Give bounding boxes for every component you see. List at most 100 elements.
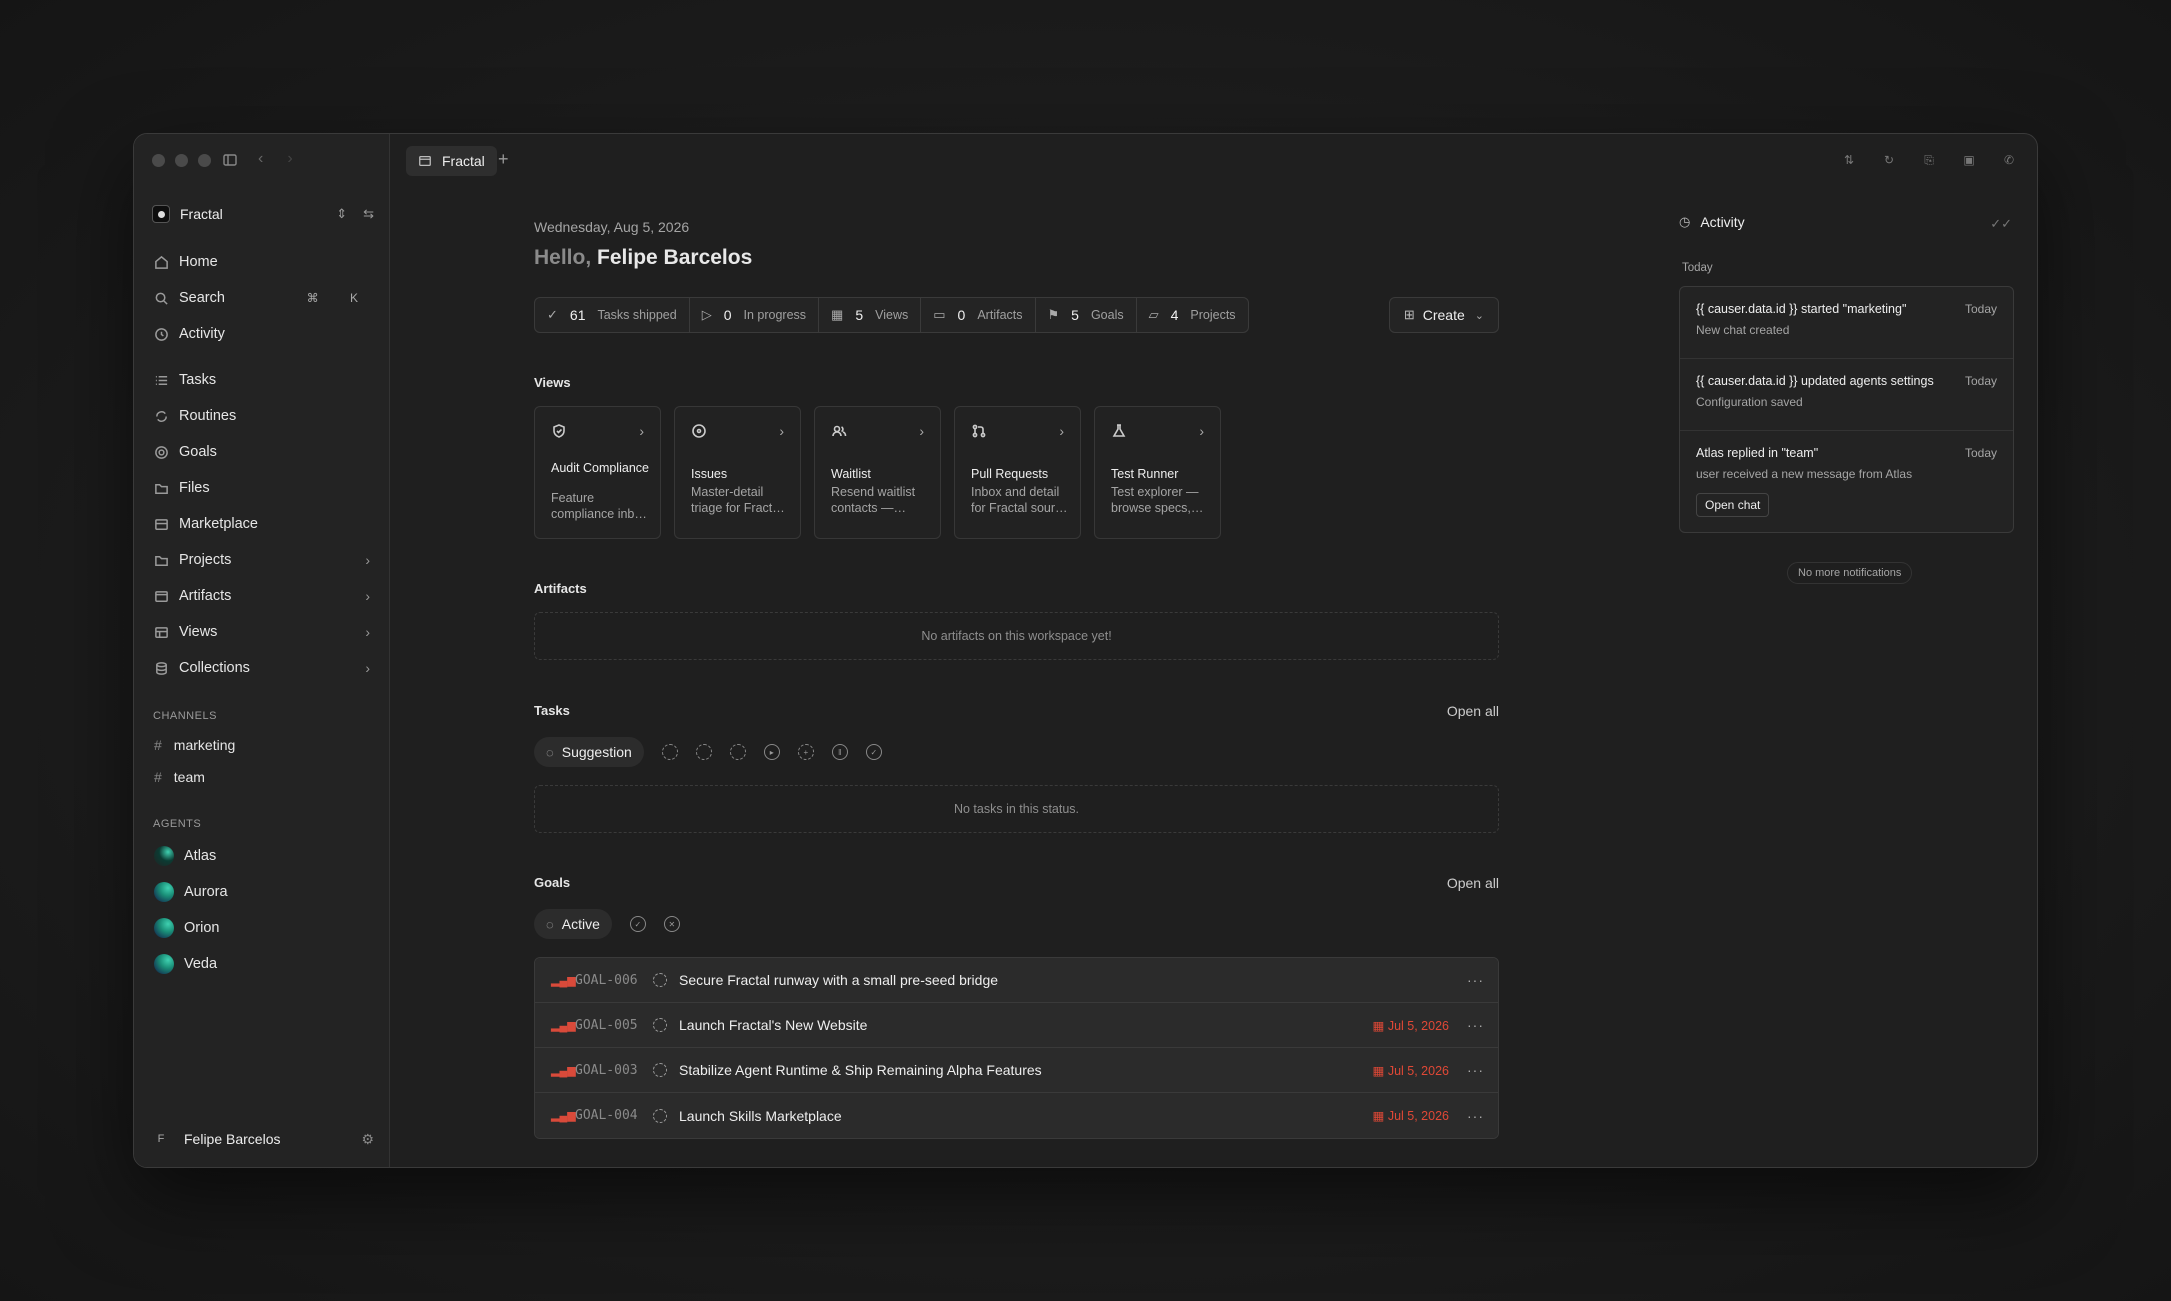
stat-views[interactable]: ▦ 5 Views bbox=[819, 298, 922, 332]
stat-tasks-shipped[interactable]: ✓ 61 Tasks shipped bbox=[535, 298, 690, 332]
goal-status-icon[interactable] bbox=[653, 1018, 667, 1032]
table-row[interactable]: ▂▄▆ GOAL-003 Stabilize Agent Runtime & S… bbox=[535, 1048, 1498, 1093]
sidebar-toggle-icon[interactable] bbox=[222, 152, 238, 168]
channel-item-marketing[interactable]: # marketing bbox=[148, 729, 378, 761]
goal-id: GOAL-006 bbox=[575, 972, 638, 988]
due-date[interactable]: ▦ Jul 5, 2026 bbox=[1373, 1108, 1449, 1123]
view-card-test-runner[interactable]: › Test Runner Test explorer — browse spe… bbox=[1094, 406, 1221, 539]
goals-open-all-link[interactable]: Open all bbox=[1447, 875, 1499, 891]
table-row[interactable]: ▂▄▆ GOAL-004 Launch Skills Marketplace ▦… bbox=[535, 1093, 1498, 1138]
stat-value: 5 bbox=[1071, 307, 1079, 323]
agent-item-veda[interactable]: Veda bbox=[148, 946, 378, 982]
status-completed-icon[interactable]: ✓ bbox=[629, 916, 646, 932]
list-item[interactable]: {{ causer.data.id }} updated agents sett… bbox=[1680, 359, 2013, 431]
greeting-name: Felipe Barcelos bbox=[597, 246, 753, 269]
chevron-right-icon: › bbox=[779, 423, 784, 439]
tasks-open-all-link[interactable]: Open all bbox=[1447, 703, 1499, 719]
more-options-icon[interactable]: ··· bbox=[1467, 972, 1484, 988]
database-icon bbox=[156, 661, 167, 675]
table-row[interactable]: ▂▄▆ GOAL-006 Secure Fractal runway with … bbox=[535, 958, 1498, 1003]
chevron-right-icon: › bbox=[1199, 423, 1204, 439]
goal-id: GOAL-003 bbox=[575, 1062, 638, 1078]
agent-item-aurora[interactable]: Aurora bbox=[148, 874, 378, 910]
view-description: Master-detail triage for Fract… bbox=[691, 485, 785, 515]
view-card-waitlist[interactable]: › Waitlist Resend waitlist contacts —… bbox=[814, 406, 941, 539]
goal-status-icon[interactable] bbox=[653, 973, 667, 987]
view-title: Issues bbox=[691, 467, 728, 481]
stat-projects[interactable]: ▱ 4 Projects bbox=[1137, 298, 1248, 332]
agent-item-orion[interactable]: Orion bbox=[148, 910, 378, 946]
active-status-icon: ◌ bbox=[546, 916, 554, 932]
stat-value: 0 bbox=[723, 307, 732, 323]
open-chat-button[interactable]: Open chat bbox=[1696, 493, 1770, 517]
more-options-icon[interactable]: ··· bbox=[1467, 1108, 1484, 1124]
mark-all-read-icon[interactable]: ✓✓ bbox=[1990, 216, 2012, 232]
sidebar-item-files[interactable]: Files bbox=[148, 470, 378, 506]
tab-fractal[interactable]: Fractal bbox=[406, 146, 497, 176]
agent-item-atlas[interactable]: Atlas bbox=[148, 838, 378, 874]
forward-arrow-icon[interactable]: › bbox=[287, 150, 292, 168]
status-done-icon[interactable]: ✓ bbox=[865, 744, 882, 760]
goal-title: Secure Fractal runway with a small pre-s… bbox=[679, 972, 999, 988]
zoom-window-button[interactable] bbox=[198, 154, 211, 167]
goal-status-icon[interactable] bbox=[653, 1108, 667, 1123]
sidebar-item-label: Projects bbox=[179, 552, 232, 568]
chevron-right-icon[interactable]: › bbox=[365, 588, 370, 604]
history-nav: ‹ › bbox=[258, 150, 293, 168]
stat-artifacts[interactable]: ▭ 0 Artifacts bbox=[921, 298, 1036, 332]
list-item[interactable]: Atlas replied in "team" user received a … bbox=[1680, 431, 2013, 532]
sidebar-item-projects[interactable]: Projects › bbox=[148, 542, 378, 578]
sidebar-item-marketplace[interactable]: Marketplace bbox=[148, 506, 378, 542]
chevron-right-icon[interactable]: › bbox=[365, 660, 370, 676]
activity-item-time: Today bbox=[1964, 446, 1997, 460]
activity-item-time: Today bbox=[1964, 302, 1997, 316]
status-paused-icon[interactable]: ‖ bbox=[831, 744, 848, 760]
minimize-window-button[interactable] bbox=[175, 154, 188, 167]
status-cancelled-icon[interactable]: ✕ bbox=[663, 916, 680, 932]
sidebar-item-tasks[interactable]: Tasks bbox=[148, 362, 378, 398]
chevron-right-icon[interactable]: › bbox=[365, 624, 370, 640]
swap-icon[interactable]: ⇆ bbox=[363, 206, 374, 222]
filter-active[interactable]: ◌ Active bbox=[534, 909, 612, 939]
channel-item-team[interactable]: # team bbox=[148, 761, 378, 793]
sidebar-item-tasks bbox=[148, 292, 378, 328]
back-arrow-icon[interactable]: ‹ bbox=[258, 150, 263, 168]
views-grid: › Audit Compliance Feature compliance in… bbox=[534, 406, 1221, 539]
due-date[interactable]: ▦ Jul 5, 2026 bbox=[1373, 1018, 1449, 1033]
sidebar-item-artifacts[interactable]: Artifacts › bbox=[148, 578, 378, 614]
goal-status-icon[interactable] bbox=[653, 1063, 667, 1077]
user-profile[interactable]: F Felipe Barcelos ⚙ bbox=[152, 1125, 374, 1153]
list-item[interactable]: {{ causer.data.id }} started "marketing"… bbox=[1680, 287, 2013, 359]
view-card-issues[interactable]: › Issues Master-detail triage for Fract… bbox=[674, 406, 801, 539]
filter-suggestion[interactable]: ◌ Suggestion bbox=[534, 737, 644, 767]
create-button[interactable]: ⊞ Create ⌄ bbox=[1388, 297, 1499, 333]
more-options-icon[interactable]: ··· bbox=[1467, 1017, 1484, 1033]
table-row[interactable]: ▂▄▆ GOAL-005 Launch Fractal's New Websit… bbox=[535, 1003, 1498, 1048]
chevron-right-icon[interactable]: › bbox=[365, 552, 370, 568]
workspace-switcher[interactable]: Fractal ⇕ ⇆ bbox=[152, 200, 374, 228]
gear-icon[interactable]: ⚙ bbox=[361, 1131, 374, 1148]
view-card-pull-requests[interactable]: › Pull Requests Inbox and detail for Fra… bbox=[954, 406, 1081, 539]
status-todo-icon[interactable] bbox=[695, 744, 712, 760]
sidebar-item-routines[interactable]: Routines bbox=[148, 398, 378, 434]
status-planned-icon[interactable] bbox=[729, 744, 746, 760]
more-options-icon[interactable]: ··· bbox=[1467, 1062, 1484, 1078]
due-date[interactable]: ▦ Jul 5, 2026 bbox=[1373, 1063, 1449, 1078]
sidebar-item-home[interactable]: Home bbox=[148, 244, 378, 280]
status-review-icon[interactable]: + bbox=[797, 744, 814, 760]
status-in-progress-icon[interactable]: ▸ bbox=[763, 744, 780, 760]
folder-icon: ▱ bbox=[1148, 307, 1159, 322]
chevron-updown-icon[interactable]: ⇕ bbox=[336, 206, 347, 222]
folder-icon bbox=[155, 555, 168, 566]
stat-in-progress[interactable]: ▷ 0 In progress bbox=[690, 298, 820, 332]
sidebar-item-goals[interactable]: Goals bbox=[148, 434, 378, 470]
main-content: Wednesday, Aug 5, 2026 Hello, Felipe Bar… bbox=[534, 134, 1499, 1167]
stat-goals[interactable]: ⚑ 5 Goals bbox=[1036, 298, 1137, 332]
view-card-audit-compliance[interactable]: › Audit Compliance Feature compliance in… bbox=[534, 406, 661, 539]
sidebar-item-collections[interactable]: Collections › bbox=[148, 650, 378, 686]
sidebar-item-views[interactable]: Views › bbox=[148, 614, 378, 650]
close-window-button[interactable] bbox=[152, 154, 165, 167]
chevron-right-icon: › bbox=[639, 423, 644, 439]
status-backlog-icon[interactable] bbox=[661, 744, 678, 760]
add-tab-button[interactable]: + bbox=[498, 149, 509, 170]
